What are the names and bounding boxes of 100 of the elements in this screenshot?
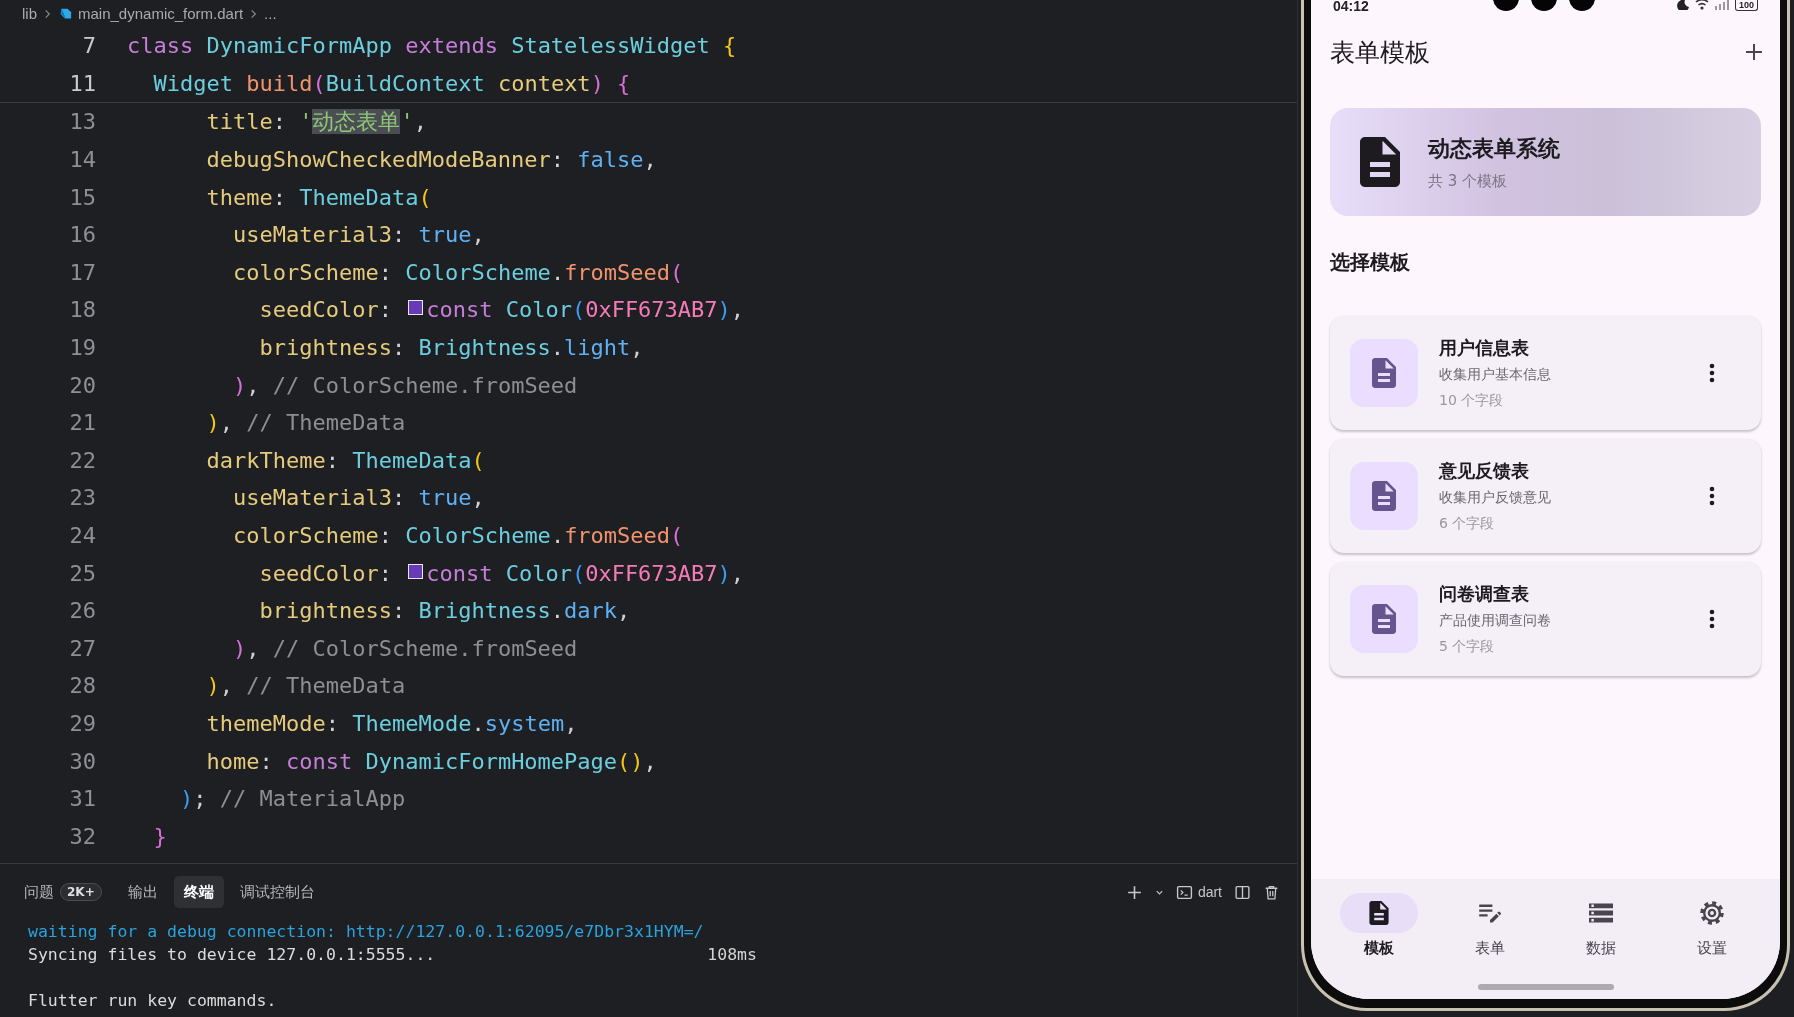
code-line: ), // ColorScheme.fromSeed: [231, 372, 578, 398]
code-line: ), // ThemeData: [205, 673, 406, 699]
app-bar-title: 表单模板: [1330, 36, 1430, 69]
line-number: 17: [68, 259, 96, 285]
plus-icon: [1125, 883, 1143, 901]
line-number: 18: [68, 297, 96, 323]
line-number: 15: [68, 184, 96, 210]
wifi-icon: [1694, 0, 1709, 10]
line-number: 21: [68, 410, 96, 436]
code-line: class DynamicFormApp extends StatelessWidget {: [127, 33, 737, 59]
code-line: Widget build(BuildContext context) {: [152, 70, 631, 96]
settings-icon: [1700, 901, 1725, 925]
breadcrumb[interactable]: lib: [22, 5, 37, 22]
document-glyph-icon: [1372, 481, 1396, 511]
color-swatch[interactable]: [408, 300, 424, 316]
code-line: darkTheme: ThemeData(: [205, 447, 485, 473]
duration-text: 108ms: [707, 945, 757, 964]
line-number: 19: [68, 335, 96, 361]
code-line: home: const DynamicFormHomePage(),: [205, 748, 657, 774]
code-line: seedColor:: [258, 297, 393, 323]
nav-item[interactable]: 数据: [1551, 893, 1652, 965]
line-number: 32: [68, 823, 96, 849]
field-count: 6 个字段: [1439, 515, 1496, 533]
trash-icon: [1263, 883, 1280, 901]
dart-file-icon: [58, 6, 72, 21]
panel-tab[interactable]: 终端: [173, 876, 224, 908]
panel-tab[interactable]: 调试控制台: [229, 876, 325, 908]
document-icon: [1360, 137, 1400, 187]
line-number: 22: [68, 447, 96, 473]
code-line: title: '动态表单',: [205, 107, 427, 136]
code-line: }: [152, 823, 167, 849]
chevron-right-icon: [249, 8, 259, 19]
template-title: 意见反馈表: [1439, 459, 1530, 483]
breadcrumb[interactable]: main_dynamic_form.dart: [78, 5, 244, 22]
nav-item[interactable]: 设置: [1662, 893, 1763, 965]
template-description: 产品使用调查问卷: [1439, 612, 1551, 630]
line-number: 31: [68, 786, 96, 812]
field-count: 10 个字段: [1439, 392, 1505, 410]
terminal-line: waiting for a debug connection: http://127.0.0.1:62095/e7Dbr3x1HYM=/: [28, 922, 704, 941]
line-number: 23: [68, 485, 96, 511]
document-glyph-icon: [1372, 358, 1396, 388]
line-number: 20: [68, 372, 96, 398]
section-heading: 选择模板: [1330, 249, 1411, 276]
line-number: 14: [68, 147, 96, 173]
plus-icon: [1744, 42, 1764, 62]
line-number: 24: [68, 523, 96, 548]
template-description: 收集用户基本信息: [1439, 366, 1551, 384]
summary-title: 动态表单系统: [1428, 134, 1560, 163]
terminal-icon: [1175, 883, 1193, 901]
moon-icon: [1676, 0, 1689, 10]
line-number: 27: [68, 635, 96, 661]
code-line: useMaterial3: true,: [231, 485, 485, 511]
line-number: 16: [68, 222, 96, 248]
signal-icon: [1714, 0, 1729, 10]
panel-tab[interactable]: 问题 2K+: [14, 876, 112, 908]
code-line: themeMode: ThemeMode.system,: [205, 711, 578, 736]
code-line: brightness: Brightness.dark,: [258, 598, 631, 624]
code-line: const Color(0xFF673AB7),: [426, 560, 745, 586]
line-number: 26: [68, 598, 96, 624]
template-title: 问卷调查表: [1439, 582, 1530, 606]
code-line: const Color(0xFF673AB7),: [426, 297, 745, 323]
line-number: 30: [68, 748, 96, 774]
line-number: 11: [68, 70, 96, 96]
template-card[interactable]: 意见反馈表 收集用户反馈意见 6 个字段: [1330, 439, 1761, 553]
panel-tab[interactable]: 输出: [117, 876, 168, 908]
document-icon: [1366, 901, 1391, 925]
code-line: ); // MaterialApp: [178, 786, 406, 812]
summary-subtitle: 共 3 个模板: [1428, 171, 1509, 191]
document-glyph-icon: [1372, 604, 1396, 634]
template-card[interactable]: 用户信息表 收集用户基本信息 10 个字段: [1330, 316, 1761, 430]
code-line: brightness: Brightness.light,: [258, 335, 644, 361]
status-time: 04:12: [1333, 0, 1369, 12]
code-line: theme: ThemeData(: [205, 184, 432, 210]
more-vertical-icon: [1709, 486, 1715, 506]
template-description: 收集用户反馈意见: [1439, 489, 1551, 507]
more-vertical-icon: [1709, 609, 1715, 629]
field-count: 5 个字段: [1439, 638, 1496, 656]
template-card[interactable]: 问卷调查表 产品使用调查问卷 5 个字段: [1330, 562, 1761, 676]
code-line: seedColor:: [258, 560, 393, 586]
color-swatch[interactable]: [408, 563, 424, 579]
chevron-right-icon: [43, 8, 52, 19]
battery-level: 100: [1734, 0, 1758, 11]
breadcrumb[interactable]: ...: [264, 5, 277, 22]
split-icon: [1234, 883, 1251, 901]
terminal-line: Flutter run key commands.: [28, 991, 277, 1010]
count-badge: 2K+: [60, 883, 102, 901]
nav-item[interactable]: 表单: [1439, 893, 1540, 965]
line-number: 29: [68, 711, 96, 736]
code-line: ), // ColorScheme.fromSeed: [231, 635, 578, 661]
line-number: 13: [68, 109, 96, 135]
line-number: 28: [68, 673, 96, 699]
template-title: 用户信息表: [1439, 336, 1530, 360]
nav-item[interactable]: 模板: [1328, 893, 1429, 965]
code-line: debugShowCheckedModeBanner: false,: [205, 147, 657, 173]
more-vertical-icon: [1709, 363, 1715, 383]
code-line: useMaterial3: true,: [231, 222, 485, 248]
terminal-selector[interactable]: dart: [1172, 880, 1225, 904]
code-line: ), // ThemeData: [205, 410, 406, 436]
storage-icon: [1589, 901, 1614, 925]
line-number: 7: [81, 33, 96, 59]
